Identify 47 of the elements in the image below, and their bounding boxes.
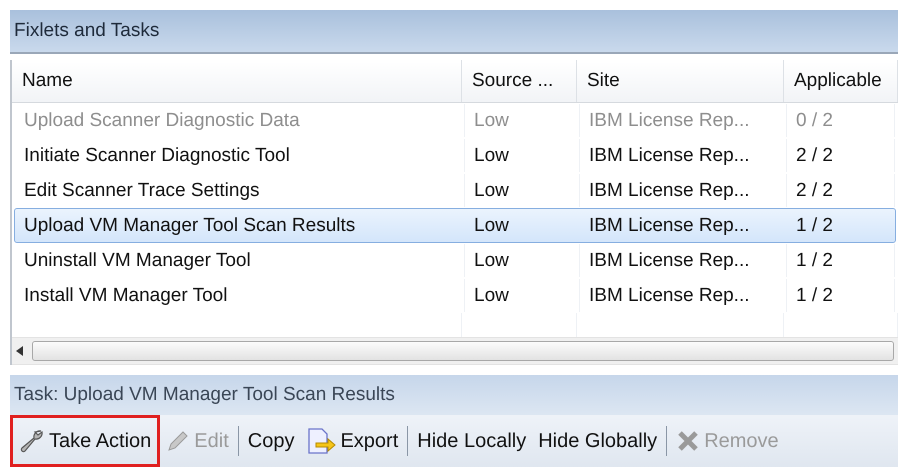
scrollbar-thumb[interactable] bbox=[32, 341, 894, 361]
toolbar-button[interactable]: Take Action bbox=[10, 415, 160, 467]
table-cell: IBM License Rep... bbox=[580, 174, 787, 207]
table-cell: IBM License Rep... bbox=[580, 139, 787, 172]
detail-title: Task: Upload VM Manager Tool Scan Results bbox=[10, 375, 898, 415]
export-icon bbox=[306, 427, 336, 455]
table-cell: Upload Scanner Diagnostic Data bbox=[15, 104, 465, 137]
table-cell: Edit Scanner Trace Settings bbox=[15, 174, 465, 207]
toolbar-button[interactable]: Export bbox=[300, 421, 404, 461]
table-cell: 1 / 2 bbox=[787, 279, 895, 312]
table-cell: Low bbox=[465, 139, 580, 172]
wrench-icon bbox=[19, 428, 45, 454]
table-row[interactable]: Install VM Manager Tool Low IBM License Rep... 1 / 2 bbox=[14, 278, 896, 313]
table-row[interactable]: Uninstall VM Manager Tool Low IBM License Rep... 1 / 2 bbox=[14, 243, 896, 278]
table-cell-text: Low bbox=[473, 214, 510, 238]
column-header[interactable]: Site bbox=[577, 60, 784, 102]
table-row[interactable]: Initiate Scanner Diagnostic Tool Low IBM License Rep... 2 / 2 bbox=[14, 138, 896, 173]
table-cell: IBM License Rep... bbox=[580, 279, 787, 312]
column-header[interactable]: Name bbox=[12, 60, 462, 102]
panel-title: Fixlets and Tasks bbox=[10, 10, 898, 54]
table-cell: IBM License Rep... bbox=[580, 104, 787, 137]
horizontal-scrollbar[interactable] bbox=[12, 337, 898, 365]
column-header[interactable]: Source ... bbox=[462, 60, 577, 102]
table-cell: 2 / 2 bbox=[787, 139, 895, 172]
table-cell: 0 / 2 bbox=[787, 104, 895, 137]
table-cell: Low bbox=[465, 244, 580, 277]
table-cell: Low bbox=[465, 279, 580, 312]
selected-row[interactable]: Upload VM Manager Tool Scan Results Low IBM License Rep... 1 / 2 bbox=[14, 208, 896, 243]
table-cell-text: Upload VM Manager Tool Scan Results bbox=[23, 214, 356, 238]
table-cell: 1 / 2 bbox=[787, 244, 895, 277]
column-header[interactable]: Applicable bbox=[784, 60, 898, 102]
toolbar-button[interactable]: Hide Globally bbox=[532, 421, 664, 461]
pencil-icon bbox=[166, 429, 190, 453]
table-cell: Uninstall VM Manager Tool bbox=[15, 244, 465, 277]
table-cell: Low bbox=[465, 104, 580, 137]
toolbar-button[interactable]: Copy bbox=[242, 421, 300, 461]
close-icon bbox=[676, 429, 700, 453]
left-arrow-icon[interactable] bbox=[16, 346, 24, 356]
table-cell: Install VM Manager Tool bbox=[15, 279, 465, 312]
table-cell: Initiate Scanner Diagnostic Tool bbox=[15, 139, 465, 172]
table-row[interactable]: Edit Scanner Trace Settings Low IBM License Rep... 2 / 2 bbox=[14, 173, 896, 208]
table-cell: IBM License Rep... bbox=[580, 244, 787, 277]
table-cell-text: 1 / 2 bbox=[795, 214, 834, 238]
table-cell: Low bbox=[465, 174, 580, 207]
table-cell-text: IBM License Rep... bbox=[588, 214, 751, 238]
toolbar-button[interactable]: Hide Locally bbox=[411, 421, 532, 461]
table-cell: 2 / 2 bbox=[787, 174, 895, 207]
